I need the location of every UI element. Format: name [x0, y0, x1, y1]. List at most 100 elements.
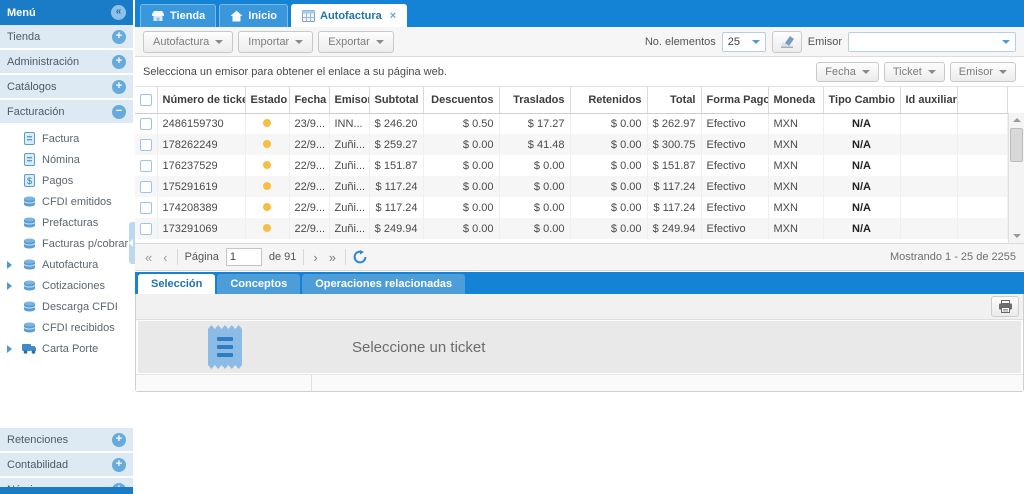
chevron-down-icon [1002, 40, 1010, 44]
sidebar-section-facturacion[interactable]: Facturación − [0, 100, 133, 123]
col-subtotal[interactable]: Subtotal [369, 87, 423, 113]
table-row[interactable]: 175291619 22/9... Zuñi... $ 117.24 $ 0.0… [135, 176, 1007, 197]
emisor-hint-text: Selecciona un emisor para obtener el enl… [143, 66, 447, 78]
tab-inicio[interactable]: Inicio [219, 4, 288, 27]
cell-emisor: Zuñi... [329, 197, 369, 218]
divider [177, 249, 178, 265]
sidebar-item-autofactura[interactable]: Autofactura [0, 254, 133, 275]
table-row[interactable]: 173291069 22/9... Zuñi... $ 249.94 $ 0.0… [135, 218, 1007, 239]
col-traslados[interactable]: Traslados [499, 87, 570, 113]
fecha-filter-button[interactable]: Fecha [816, 62, 879, 82]
emisor-filter-button[interactable]: Emisor [950, 62, 1016, 82]
scroll-down-icon[interactable] [1009, 229, 1024, 243]
cell-filler [957, 197, 1007, 218]
sidebar-item-carta-porte[interactable]: Carta Porte [0, 338, 133, 359]
emisor-combobox[interactable] [848, 32, 1016, 52]
expand-arrow-icon[interactable] [7, 345, 12, 353]
sidebar-item-nomina[interactable]: Nómina [0, 149, 133, 170]
first-page-button[interactable]: « [143, 250, 154, 265]
col-fecha[interactable]: Fecha [289, 87, 329, 113]
cell-moneda: MXN [768, 155, 823, 176]
tab-label: Autofactura [320, 10, 382, 22]
sidebar-item-cotizaciones[interactable]: Cotizaciones [0, 275, 133, 296]
elements-count-select[interactable]: 25 [722, 32, 766, 52]
cell-traslados: $ 0.00 [499, 197, 570, 218]
detail-panel: Seleccione un ticket [135, 294, 1024, 392]
scroll-up-icon[interactable] [1009, 113, 1024, 127]
cell-traslados: $ 0.00 [499, 155, 570, 176]
sidebar-item-cfdi-recibidos[interactable]: CFDI recibidos [0, 317, 133, 338]
cell-retenidos: $ 0.00 [570, 113, 647, 134]
clear-filters-button[interactable] [772, 31, 802, 53]
expand-arrow-icon[interactable] [7, 261, 12, 269]
row-checkbox[interactable] [140, 223, 152, 235]
row-checkbox[interactable] [140, 202, 152, 214]
cell-moneda: MXN [768, 176, 823, 197]
last-page-button[interactable]: » [327, 250, 338, 265]
sidebar-item-label: Pagos [42, 175, 73, 187]
next-page-button[interactable]: › [311, 250, 319, 265]
cell-tipo-cambio: N/A [823, 155, 900, 176]
col-id-auxiliar[interactable]: Id auxiliar [900, 87, 957, 113]
ticket-filter-button[interactable]: Ticket [884, 62, 945, 82]
table-row[interactable]: 174208389 22/9... Zuñi... $ 117.24 $ 0.0… [135, 197, 1007, 218]
tab-autofactura[interactable]: Autofactura × [291, 4, 407, 27]
sidebar-item-pagos[interactable]: $ Pagos [0, 170, 133, 191]
row-checkbox[interactable] [140, 160, 152, 172]
tab-tienda[interactable]: Tienda [140, 4, 216, 27]
sidebar-section-tienda[interactable]: Tienda + [0, 25, 133, 48]
row-checkbox[interactable] [140, 139, 152, 151]
cell-ticket: 176237529 [157, 155, 245, 176]
cell-traslados: $ 0.00 [499, 176, 570, 197]
prev-page-button[interactable]: ‹ [161, 250, 169, 265]
col-estado[interactable]: Estado [245, 87, 289, 113]
table-row[interactable]: 2486159730 23/9... INN... $ 246.20 $ 0.5… [135, 113, 1007, 134]
select-all-checkbox[interactable] [140, 94, 152, 106]
print-button[interactable] [991, 296, 1019, 317]
col-total[interactable]: Total [647, 87, 701, 113]
sidebar-item-factura[interactable]: Factura [0, 128, 133, 149]
sidebar-section-retenciones[interactable]: Retenciones + [0, 428, 133, 451]
cell-id-auxiliar [900, 113, 957, 134]
sidebar-section-catalogos[interactable]: Catálogos + [0, 75, 133, 98]
cell-estado [245, 113, 289, 134]
button-label: Ticket [893, 66, 922, 78]
table-row[interactable]: 178262249 22/9... Zuñi... $ 259.27 $ 0.0… [135, 134, 1007, 155]
tab-operaciones-relacionadas[interactable]: Operaciones relacionadas [302, 274, 465, 294]
row-checkbox[interactable] [140, 181, 152, 193]
close-icon[interactable]: × [390, 10, 396, 22]
sidebar-item-facturas-pcobrar[interactable]: Facturas p/cobrar [0, 233, 133, 254]
sidebar-collapse-icon[interactable]: « [111, 5, 126, 20]
col-tipo-cambio[interactable]: Tipo Cambio [823, 87, 900, 113]
status-dot-icon [263, 224, 271, 232]
table-row[interactable]: 176237529 22/9... Zuñi... $ 151.87 $ 0.0… [135, 155, 1007, 176]
expand-arrow-icon[interactable] [7, 282, 12, 290]
importar-menu-button[interactable]: Importar [238, 31, 313, 53]
exportar-menu-button[interactable]: Exportar [318, 31, 394, 53]
col-numero-ticket[interactable]: Número de ticket [157, 87, 245, 113]
scrollbar-thumb[interactable] [1010, 128, 1023, 162]
cell-traslados: $ 0.00 [499, 218, 570, 239]
col-forma-pago[interactable]: Forma Pago [701, 87, 768, 113]
sidebar-item-descarga-cfdi[interactable]: Descarga CFDI [0, 296, 133, 317]
col-retenidos[interactable]: Retenidos [570, 87, 647, 113]
col-emisor[interactable]: Emisor [329, 87, 369, 113]
col-moneda[interactable]: Moneda [768, 87, 823, 113]
sidebar-section-label: Contabilidad [7, 459, 68, 471]
autofactura-menu-button[interactable]: Autofactura [143, 31, 233, 53]
tab-conceptos[interactable]: Conceptos [217, 274, 300, 294]
refresh-icon[interactable] [353, 250, 367, 264]
tab-seleccion[interactable]: Selección [138, 274, 215, 294]
cell-estado [245, 176, 289, 197]
page-number-input[interactable] [226, 248, 262, 266]
sidebar-section-administracion[interactable]: Administración + [0, 50, 133, 73]
sidebar-section-contabilidad[interactable]: Contabilidad + [0, 453, 133, 476]
sidebar-item-prefacturas[interactable]: Prefacturas [0, 212, 133, 233]
sidebar-item-cfdi-emitidos[interactable]: CFDI emitidos [0, 191, 133, 212]
detail-footer [136, 374, 1023, 391]
row-checkbox[interactable] [140, 118, 152, 130]
cell-descuentos: $ 0.00 [423, 218, 499, 239]
col-descuentos[interactable]: Descuentos [423, 87, 499, 113]
table-scrollbar[interactable] [1008, 113, 1024, 243]
button-label: Autofactura [153, 36, 209, 48]
